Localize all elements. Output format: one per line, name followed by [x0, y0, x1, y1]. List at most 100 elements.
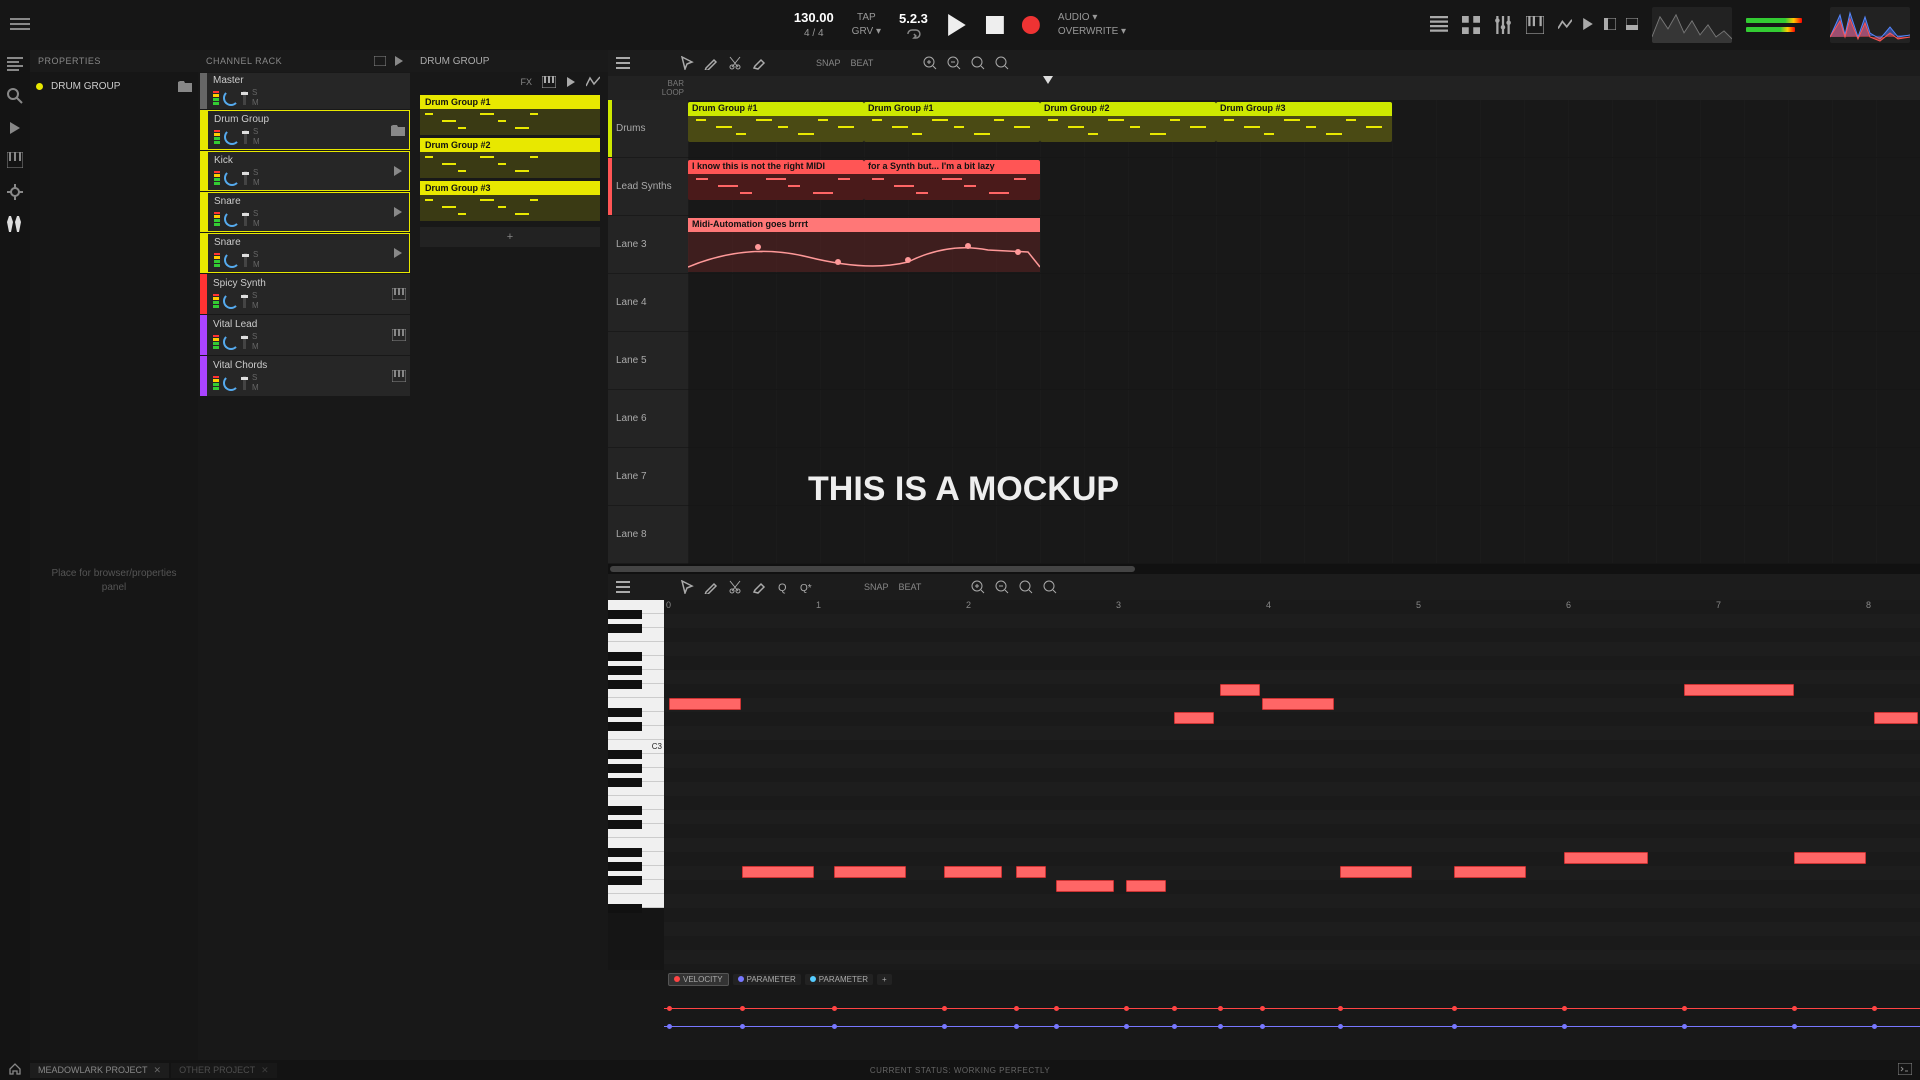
stop-button[interactable] [986, 16, 1004, 34]
midi-note[interactable] [1564, 852, 1648, 864]
black-key[interactable] [608, 624, 642, 633]
lane-header[interactable]: Lane 4 [608, 274, 688, 332]
black-key[interactable] [608, 722, 642, 731]
grid-view-icon[interactable] [1462, 16, 1480, 34]
black-key[interactable] [608, 680, 642, 689]
piano-beat-label[interactable]: BEAT [899, 582, 922, 592]
param-point[interactable] [1172, 1024, 1177, 1029]
group-piano-icon[interactable] [542, 76, 556, 88]
arrange-clip[interactable]: Drum Group #1 [688, 102, 864, 142]
param-point[interactable] [832, 1024, 837, 1029]
param-tab[interactable]: VELOCITY [668, 973, 729, 986]
project-tab[interactable]: OTHER PROJECT✕ [171, 1063, 277, 1078]
rack-expand-icon[interactable] [374, 56, 386, 66]
track-piano-icon[interactable] [392, 329, 406, 341]
terminal-icon[interactable] [1898, 1063, 1912, 1077]
hamburger-menu-icon[interactable] [10, 15, 30, 35]
track-piano-icon[interactable] [392, 370, 406, 382]
mute-button[interactable]: M [250, 342, 261, 352]
track-piano-icon[interactable] [392, 288, 406, 300]
browser-icon[interactable] [7, 56, 23, 72]
black-key[interactable] [608, 750, 642, 759]
param-point[interactable] [942, 1024, 947, 1029]
midi-note[interactable] [944, 866, 1002, 878]
track-pan-knob[interactable] [223, 90, 239, 106]
playhead-marker[interactable] [1043, 76, 1053, 84]
midi-note[interactable] [1794, 852, 1866, 864]
track-volume-fader[interactable] [244, 212, 247, 226]
automation-lane-icon[interactable] [1558, 18, 1572, 32]
list-view-icon[interactable] [1430, 16, 1448, 34]
mute-button[interactable]: M [250, 301, 261, 311]
arrange-clip[interactable]: Drum Group #1 [864, 102, 1040, 142]
black-key[interactable] [608, 862, 642, 871]
quantize-strong-icon[interactable]: Q* [800, 580, 814, 594]
arrange-clip[interactable]: for a Synth but... I'm a bit lazy [864, 160, 1040, 200]
black-key[interactable] [608, 610, 642, 619]
cut-tool-icon[interactable] [728, 56, 742, 70]
black-key[interactable] [608, 708, 642, 717]
piano-zoom-h-icon[interactable] [1019, 580, 1033, 594]
param-point[interactable] [1054, 1024, 1059, 1029]
channel-track[interactable]: Snare SM [200, 233, 410, 273]
project-tab[interactable]: MEADOWLARK PROJECT✕ [30, 1063, 169, 1078]
solo-button[interactable]: S [251, 168, 262, 178]
audio-mode[interactable]: AUDIO ▾ OVERWRITE ▾ [1058, 11, 1126, 39]
track-volume-fader[interactable] [243, 335, 246, 349]
beat-label[interactable]: BEAT [851, 58, 874, 68]
param-point[interactable] [1054, 1006, 1059, 1011]
lane-header[interactable]: Lead Synths [608, 158, 688, 216]
piano-keyboard[interactable]: C3 [608, 600, 664, 970]
play-cursor-icon[interactable] [7, 120, 23, 136]
channel-track[interactable]: Drum Group SM [200, 110, 410, 150]
arrange-clip[interactable]: I know this is not the right MIDI [688, 160, 864, 200]
param-point[interactable] [1682, 1024, 1687, 1029]
channel-track[interactable]: Kick SM [200, 151, 410, 191]
param-point[interactable] [1562, 1024, 1567, 1029]
bpm-display[interactable]: 130.00 4 / 4 [794, 9, 834, 41]
piano-pencil-icon[interactable] [704, 580, 718, 594]
black-key[interactable] [608, 820, 642, 829]
track-volume-fader[interactable] [244, 171, 247, 185]
param-point[interactable] [1452, 1024, 1457, 1029]
param-tab[interactable]: PARAMETER [805, 974, 873, 985]
piano-zoom-in-icon[interactable] [971, 580, 985, 594]
mute-button[interactable]: M [250, 383, 261, 393]
solo-button[interactable]: S [251, 127, 262, 137]
channel-track[interactable]: Master SM [200, 73, 410, 109]
fx-label[interactable]: FX [520, 77, 532, 87]
midi-note[interactable] [669, 698, 741, 710]
param-point[interactable] [1792, 1006, 1797, 1011]
track-pan-knob[interactable] [224, 170, 240, 186]
zoom-h-icon[interactable] [971, 56, 985, 70]
param-tab[interactable]: PARAMETER [733, 974, 801, 985]
solo-button[interactable]: S [250, 88, 261, 98]
pencil-tool-icon[interactable] [704, 56, 718, 70]
automation-clip[interactable]: Midi-Automation goes brrrt [688, 218, 1040, 272]
black-key[interactable] [608, 666, 642, 675]
group-play-icon[interactable] [566, 77, 576, 87]
param-point[interactable] [740, 1024, 745, 1029]
record-button[interactable] [1022, 16, 1040, 34]
arrange-clip[interactable]: Drum Group #2 [1040, 102, 1216, 142]
piano-roll-grid[interactable]: 012345678 [664, 600, 1920, 970]
arrange-ruler[interactable]: BAR LOOP [608, 76, 1920, 100]
lane-header[interactable]: Lane 8 [608, 506, 688, 564]
lane-header[interactable]: Lane 5 [608, 332, 688, 390]
play-button[interactable] [946, 14, 968, 36]
channel-track[interactable]: Vital Chords SM [200, 356, 410, 396]
param-point[interactable] [1338, 1006, 1343, 1011]
midi-note[interactable] [1220, 684, 1260, 696]
param-point[interactable] [1338, 1024, 1343, 1029]
snap-label[interactable]: SNAP [816, 58, 841, 68]
track-volume-fader[interactable] [244, 253, 247, 267]
search-icon[interactable] [7, 88, 23, 104]
track-pan-knob[interactable] [224, 129, 240, 145]
group-clip[interactable]: Drum Group #1 [420, 95, 600, 135]
param-point[interactable] [1218, 1024, 1223, 1029]
piano-erase-icon[interactable] [752, 580, 766, 594]
midi-note[interactable] [742, 866, 814, 878]
black-key[interactable] [608, 764, 642, 773]
piano-cut-icon[interactable] [728, 580, 742, 594]
tools-icon[interactable] [7, 216, 23, 232]
